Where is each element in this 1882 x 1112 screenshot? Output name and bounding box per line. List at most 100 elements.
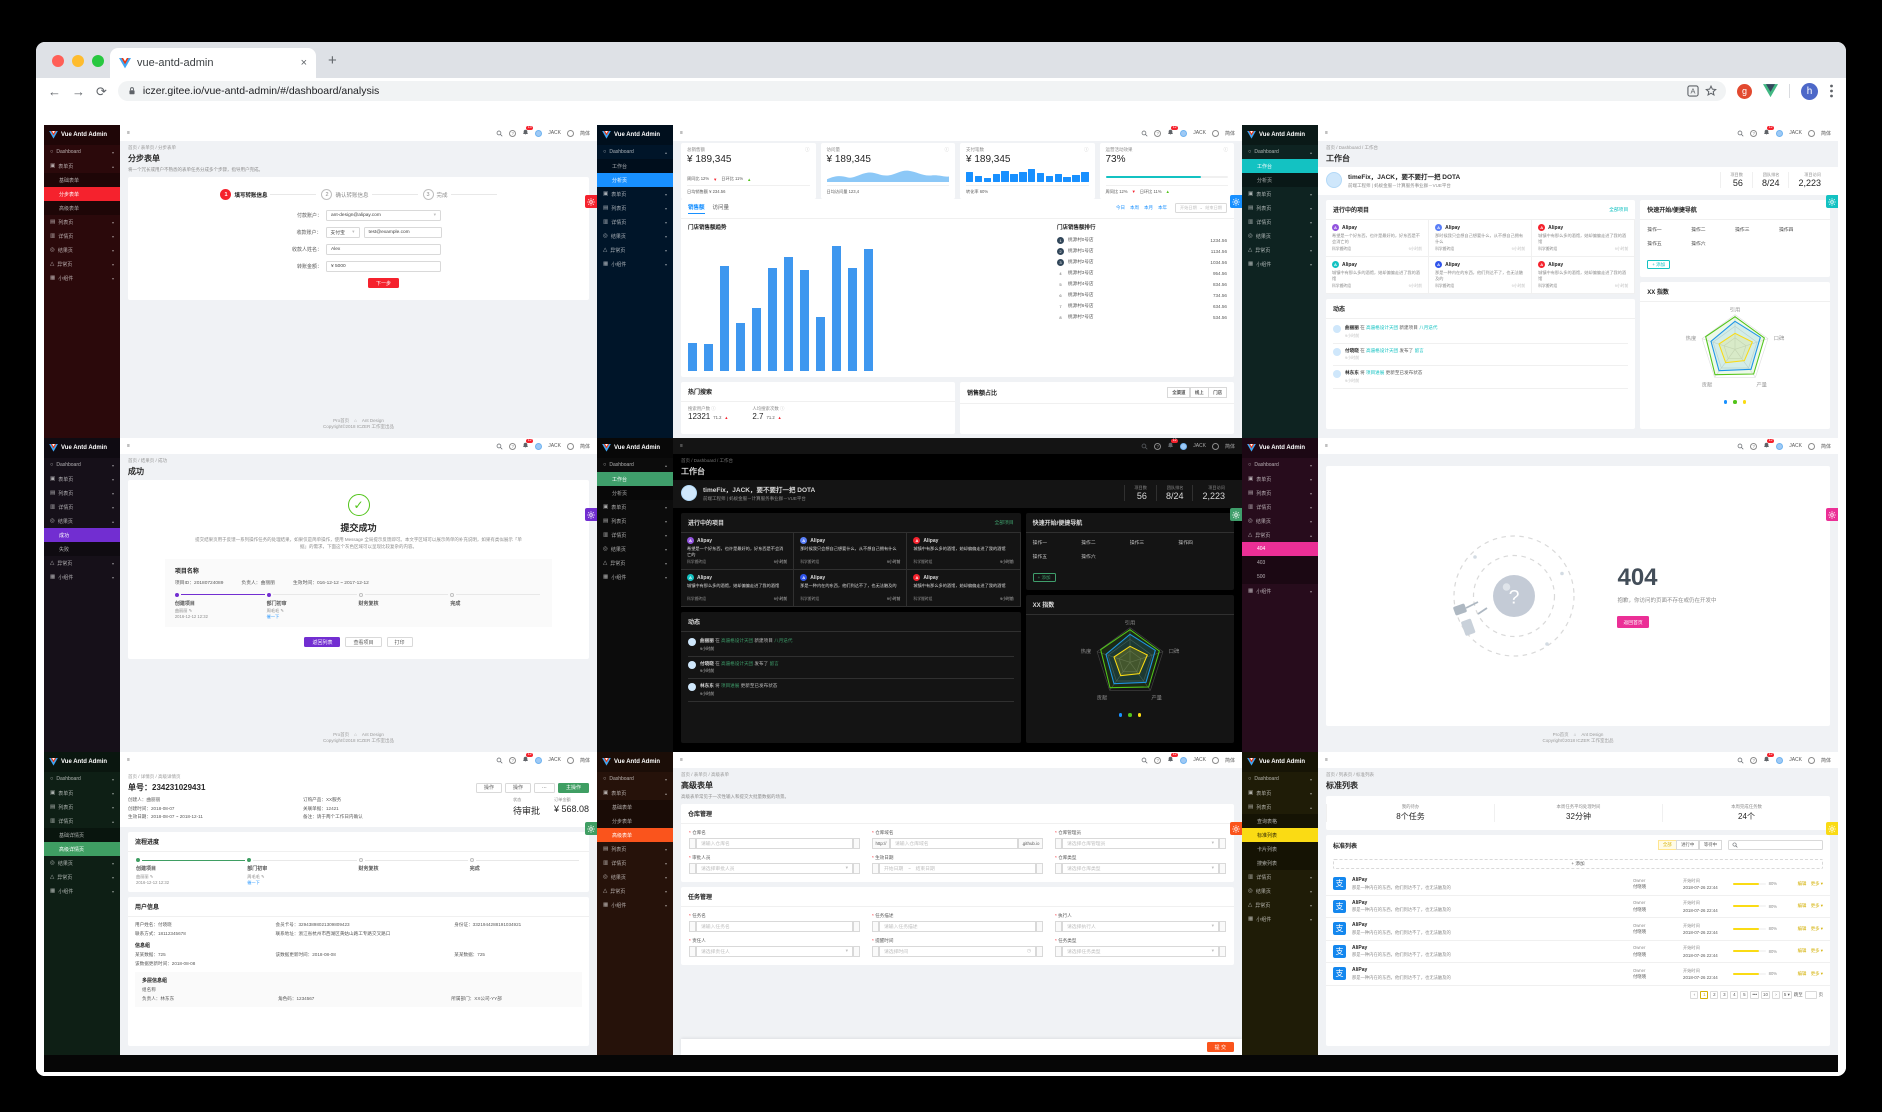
language-icon[interactable] bbox=[1211, 756, 1219, 764]
sidebar-item[interactable]: ▦ 小组件 ▾ bbox=[597, 257, 673, 271]
channel-filter-button[interactable]: 线上 bbox=[1189, 387, 1209, 398]
notification-bell-icon[interactable]: 13 bbox=[522, 125, 534, 138]
language-icon[interactable] bbox=[566, 442, 574, 450]
sidebar-item[interactable]: 高级表单 bbox=[44, 201, 120, 215]
app-logo[interactable]: Vue Antd Admin bbox=[597, 438, 673, 458]
add-item-button[interactable]: + 添加 bbox=[1333, 859, 1823, 869]
sidebar-item[interactable]: ▤ 列表页 ▾ bbox=[44, 486, 120, 500]
search-icon[interactable] bbox=[496, 443, 503, 450]
feed-user[interactable]: 林东东 bbox=[700, 683, 714, 688]
page-button[interactable]: 4 bbox=[1730, 990, 1739, 999]
sidebar-item[interactable]: 工作台 bbox=[597, 159, 673, 173]
payer-account-select[interactable]: ant-design@alipay.com ▾ bbox=[326, 210, 441, 221]
sidebar-item[interactable]: ▥ 详情页 ▴ bbox=[44, 814, 120, 828]
username[interactable]: JACK bbox=[548, 130, 561, 136]
sidebar-item[interactable]: ▤ 列表页 ▾ bbox=[597, 842, 673, 856]
sidebar-item[interactable]: 高级详情页 bbox=[44, 842, 120, 856]
sidebar-item[interactable]: ▥ 详情页 ▾ bbox=[597, 528, 673, 542]
field-input[interactable]: 请输入任务描述 bbox=[879, 921, 1036, 932]
theme-settings-gear-button[interactable] bbox=[585, 508, 597, 521]
sidebar-item[interactable]: 标准列表 bbox=[1242, 828, 1318, 842]
vue-extension-icon[interactable] bbox=[1763, 84, 1778, 98]
address-bar[interactable]: iczer.gitee.io/vue-antd-admin/#/dashboar… bbox=[117, 81, 1726, 101]
sidebar-item[interactable]: ▦ 小组件 ▾ bbox=[44, 271, 120, 285]
sidebar-item[interactable]: ▥ 详情页 ▾ bbox=[597, 215, 673, 229]
list-filter-button[interactable]: 全部 bbox=[1657, 840, 1677, 850]
page-button[interactable]: ‹ bbox=[1690, 990, 1699, 999]
sidebar-item[interactable]: ▣ 表单页 ▾ bbox=[597, 500, 673, 514]
item-actions[interactable]: 编辑 更多 ▾ bbox=[1783, 948, 1823, 954]
sidebar-item[interactable]: ◎ 结果页 ▾ bbox=[44, 243, 120, 257]
search-icon[interactable] bbox=[496, 130, 503, 137]
sidebar-item[interactable]: ▤ 列表页 ▾ bbox=[1242, 201, 1318, 215]
app-logo[interactable]: Vue Antd Admin bbox=[1242, 438, 1318, 458]
app-logo[interactable]: Vue Antd Admin bbox=[44, 438, 120, 458]
sidebar-item[interactable]: ▥ 详情页 ▾ bbox=[44, 229, 120, 243]
project-card[interactable]: A Alipay 城镇中有那么多的酒馆，她却偏偏走进了我的酒馆 科学搬砖组 9小时前 bbox=[1532, 220, 1636, 257]
project-card[interactable]: A Alipay 那是一种内在的东西，他们到达不了，也无法触及的 科学搬砖组 9小时前 bbox=[1429, 257, 1533, 294]
quick-op-link[interactable]: 操作六 bbox=[1691, 240, 1735, 247]
step-sub[interactable]: 2016-12-12 12:32 bbox=[175, 614, 267, 619]
submit-button[interactable]: 提 交 bbox=[1206, 1042, 1234, 1052]
action-button[interactable]: 操作 bbox=[504, 782, 531, 793]
browser-tab[interactable]: vue-antd-admin × bbox=[110, 48, 316, 78]
tab-visits[interactable]: 访问量 bbox=[713, 203, 730, 213]
user-avatar[interactable] bbox=[1180, 756, 1188, 764]
forward-button[interactable]: → bbox=[72, 85, 85, 98]
theme-settings-gear-button[interactable] bbox=[1826, 508, 1838, 521]
breadcrumb[interactable]: 首页 / 表单页 / 高级表单 bbox=[681, 772, 1234, 778]
feed-user[interactable]: 曲丽丽 bbox=[1345, 325, 1359, 330]
bookmark-star-icon[interactable] bbox=[1705, 85, 1717, 97]
collapse-menu-icon[interactable]: ≡ bbox=[680, 130, 683, 136]
project-card[interactable]: A Alipay 那时候我只会想自己想要什么，从不想自己拥有什么 科学搬砖组 9小时前 bbox=[1429, 220, 1533, 257]
language-label[interactable]: 简体 bbox=[1821, 757, 1831, 764]
result-action-button[interactable]: 打印 bbox=[386, 637, 413, 647]
info-icon[interactable]: ⓘ bbox=[945, 147, 950, 153]
project-group[interactable]: 科学搬砖组 bbox=[913, 597, 932, 602]
project-card[interactable]: A Alipay 城镇中有那么多的酒馆，她却偏偏走进了我的酒馆 科学搬砖组 9小时前 bbox=[681, 570, 795, 607]
sidebar-item[interactable]: ▦ 小组件 ▾ bbox=[1242, 584, 1318, 598]
new-tab-button[interactable]: + bbox=[328, 52, 337, 69]
sidebar-item[interactable]: △ 异常页 ▾ bbox=[597, 556, 673, 570]
help-icon[interactable]: ? bbox=[1154, 129, 1162, 137]
page-button[interactable]: 10 bbox=[1761, 990, 1770, 999]
sidebar-item[interactable]: ▣ 表单页 ▾ bbox=[1242, 472, 1318, 486]
search-icon[interactable] bbox=[496, 757, 503, 764]
field-input[interactable]: 请选择执行人 ▾ bbox=[1062, 921, 1219, 932]
field-input[interactable]: 请选择仓库类型 ▾ bbox=[1062, 863, 1219, 874]
project-group[interactable]: 科学搬砖组 bbox=[1435, 247, 1454, 252]
result-action-button[interactable]: 查看项目 bbox=[345, 637, 382, 647]
project-group[interactable]: 科学搬砖组 bbox=[1538, 284, 1557, 289]
payee-type-select[interactable]: 支付宝 ▾ bbox=[325, 227, 360, 238]
page-button[interactable]: ••• bbox=[1750, 990, 1760, 999]
item-title[interactable]: AliPay bbox=[1352, 922, 1627, 928]
user-avatar[interactable] bbox=[1776, 756, 1784, 764]
info-icon[interactable]: ⓘ bbox=[1084, 147, 1089, 153]
quick-op-link[interactable]: 操作三 bbox=[1735, 226, 1779, 233]
quick-op-link[interactable]: 操作四 bbox=[1779, 226, 1823, 233]
page-button[interactable]: 5 ▾ bbox=[1781, 990, 1792, 999]
tab-close-icon[interactable]: × bbox=[301, 57, 307, 69]
sidebar-item[interactable]: 500 bbox=[1242, 570, 1318, 584]
sidebar-item[interactable]: 查询表格 bbox=[1242, 814, 1318, 828]
collapse-menu-icon[interactable]: ≡ bbox=[1325, 443, 1328, 449]
quick-op-link[interactable]: 操作四 bbox=[1178, 539, 1227, 546]
language-label[interactable]: 简体 bbox=[1225, 130, 1235, 137]
action-button[interactable]: 操作 bbox=[475, 782, 502, 793]
list-filter-button[interactable]: 等待中 bbox=[1698, 840, 1722, 850]
sidebar-item[interactable]: ▥ 详情页 ▾ bbox=[1242, 215, 1318, 229]
sidebar-item[interactable]: ▦ 小组件 ▾ bbox=[44, 884, 120, 898]
project-card[interactable]: A Alipay 那时候我只会想自己想要什么，从不想自己拥有什么 科学搬砖组 9小时前 bbox=[794, 533, 908, 570]
sidebar-item[interactable]: △ 异常页 ▾ bbox=[1242, 243, 1318, 257]
feed-user[interactable]: 曲丽丽 bbox=[700, 638, 714, 643]
url-text[interactable]: iczer.gitee.io/vue-antd-admin/#/dashboar… bbox=[143, 85, 1681, 97]
sidebar-item[interactable]: ▦ 小组件 ▾ bbox=[1242, 257, 1318, 271]
page-button[interactable]: 3 bbox=[1720, 990, 1729, 999]
jump-input[interactable] bbox=[1804, 990, 1817, 999]
channel-filter-button[interactable]: 门店 bbox=[1208, 387, 1227, 398]
sidebar-item[interactable]: ◎ 结果页 ▾ bbox=[597, 870, 673, 884]
date-range-picker[interactable]: 开始日期 ~ 结束日期 bbox=[1175, 203, 1227, 213]
sidebar-item[interactable]: ▣ 表单页 ▾ bbox=[1242, 786, 1318, 800]
quick-op-link[interactable]: 操作二 bbox=[1081, 539, 1130, 546]
project-group[interactable]: 科学搬砖组 bbox=[1538, 247, 1557, 252]
